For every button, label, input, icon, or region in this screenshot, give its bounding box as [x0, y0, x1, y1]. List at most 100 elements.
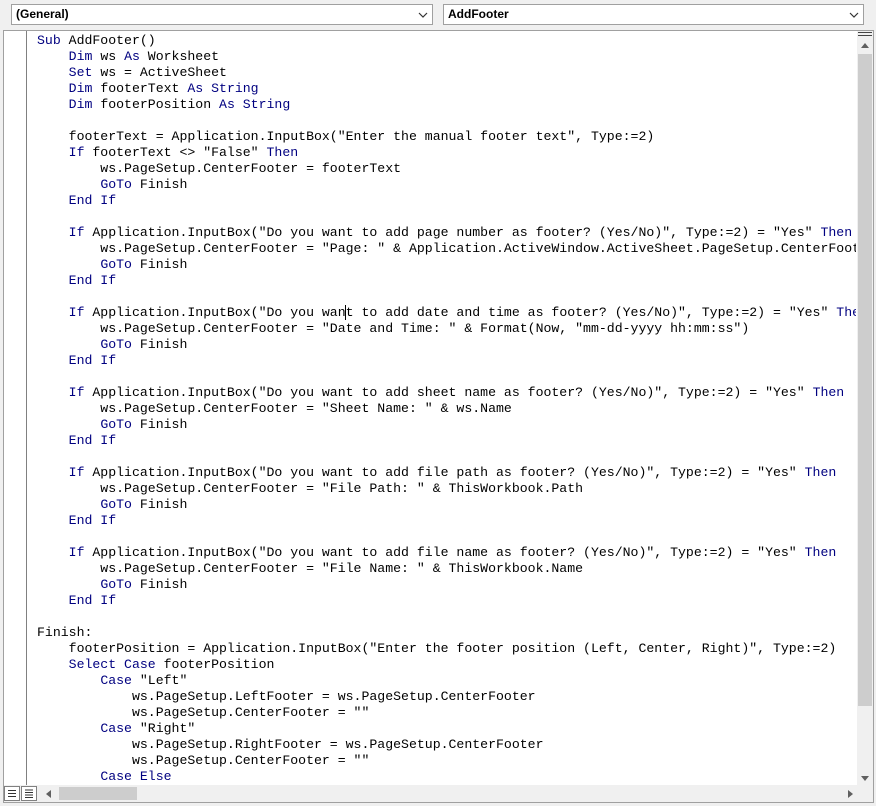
- code-keyword: End If: [68, 593, 117, 608]
- code-text: Application.InputBox("Do you want to add…: [84, 545, 805, 560]
- procedure-view-icon[interactable]: [4, 786, 20, 801]
- code-line[interactable]: ws.PageSetup.CenterFooter = "File Path: …: [37, 481, 856, 497]
- code-keyword: End If: [68, 353, 117, 368]
- code-keyword: Dim: [68, 81, 93, 96]
- chevron-down-icon[interactable]: [845, 5, 863, 24]
- code-line[interactable]: If Application.InputBox("Do you want to …: [37, 545, 856, 561]
- code-line[interactable]: End If: [37, 353, 856, 369]
- vertical-scroll-thumb[interactable]: [858, 54, 872, 706]
- code-keyword: Dim: [68, 97, 93, 112]
- code-keyword: End If: [68, 513, 117, 528]
- code-text: footerText: [92, 81, 188, 96]
- scroll-up-icon[interactable]: [857, 38, 873, 52]
- code-keyword: Case: [100, 721, 132, 736]
- code-line[interactable]: Finish:: [37, 625, 856, 641]
- code-line[interactable]: GoTo Finish: [37, 497, 856, 513]
- code-line[interactable]: [37, 289, 856, 305]
- margin-indicator-bar[interactable]: [4, 31, 27, 786]
- scroll-down-icon[interactable]: [857, 771, 873, 785]
- code-keyword: If: [68, 465, 85, 480]
- code-line[interactable]: End If: [37, 593, 856, 609]
- horizontal-scrollbar[interactable]: [4, 785, 873, 802]
- code-line[interactable]: GoTo Finish: [37, 337, 856, 353]
- code-line[interactable]: Sub AddFooter(): [37, 33, 856, 49]
- code-line[interactable]: End If: [37, 433, 856, 449]
- code-text: ws.PageSetup.RightFooter = ws.PageSetup.…: [37, 737, 544, 752]
- horizontal-scroll-thumb[interactable]: [59, 787, 137, 800]
- code-line[interactable]: End If: [37, 273, 856, 289]
- code-line[interactable]: ws.PageSetup.CenterFooter = footerText: [37, 161, 856, 177]
- code-text: Finish: [131, 577, 188, 592]
- code-text: "Right": [131, 721, 196, 736]
- code-line[interactable]: [37, 449, 856, 465]
- scroll-left-icon[interactable]: [40, 786, 56, 801]
- code-line[interactable]: Case "Left": [37, 673, 856, 689]
- code-line[interactable]: footerText = Application.InputBox("Enter…: [37, 129, 856, 145]
- code-keyword: Sub: [37, 33, 69, 48]
- code-line[interactable]: [37, 113, 856, 129]
- code-line[interactable]: ws.PageSetup.CenterFooter = "Sheet Name:…: [37, 401, 856, 417]
- code-text: footerText <> "False": [84, 145, 267, 160]
- code-keyword: GoTo: [100, 257, 132, 272]
- code-keyword: Case Else: [100, 769, 172, 784]
- vertical-scrollbar[interactable]: [857, 31, 873, 786]
- code-line[interactable]: GoTo Finish: [37, 577, 856, 593]
- object-combo[interactable]: (General): [11, 4, 433, 25]
- code-line[interactable]: GoTo Finish: [37, 177, 856, 193]
- code-line[interactable]: ws.PageSetup.CenterFooter = "": [37, 753, 856, 769]
- full-module-view-icon[interactable]: [21, 786, 37, 801]
- code-line[interactable]: ws.PageSetup.RightFooter = ws.PageSetup.…: [37, 737, 856, 753]
- code-keyword: Then: [836, 305, 856, 320]
- code-line[interactable]: Dim footerPosition As String: [37, 97, 856, 113]
- code-line[interactable]: Select Case footerPosition: [37, 657, 856, 673]
- code-line[interactable]: Dim ws As Worksheet: [37, 49, 856, 65]
- code-line[interactable]: ws.PageSetup.CenterFooter = "Page: " & A…: [37, 241, 856, 257]
- code-line[interactable]: If Application.InputBox("Do you want to …: [37, 225, 856, 241]
- code-text: ws: [92, 49, 125, 64]
- code-line[interactable]: ws.PageSetup.CenterFooter = "": [37, 705, 856, 721]
- code-line[interactable]: ws.PageSetup.CenterFooter = "Date and Ti…: [37, 321, 856, 337]
- code-line[interactable]: Case Else: [37, 769, 856, 785]
- code-text: Finish: [131, 177, 188, 192]
- code-line[interactable]: ws.PageSetup.LeftFooter = ws.PageSetup.C…: [37, 689, 856, 705]
- procedure-combo[interactable]: AddFooter: [443, 4, 864, 25]
- code-line[interactable]: Set ws = ActiveSheet: [37, 65, 856, 81]
- code-line[interactable]: If Application.InputBox("Do you want to …: [37, 305, 856, 321]
- code-keyword: As String: [187, 81, 259, 96]
- chevron-down-icon[interactable]: [414, 5, 432, 24]
- code-line[interactable]: footerPosition = Application.InputBox("E…: [37, 641, 856, 657]
- code-line[interactable]: GoTo Finish: [37, 257, 856, 273]
- code-text: AddFooter(): [68, 33, 156, 48]
- code-editor[interactable]: Sub AddFooter() Dim ws As Worksheet Set …: [37, 33, 856, 785]
- code-line[interactable]: If Application.InputBox("Do you want to …: [37, 385, 856, 401]
- code-window: Sub AddFooter() Dim ws As Worksheet Set …: [3, 30, 874, 803]
- scroll-right-icon[interactable]: [842, 786, 858, 801]
- code-line[interactable]: [37, 369, 856, 385]
- code-line[interactable]: End If: [37, 193, 856, 209]
- code-line[interactable]: If Application.InputBox("Do you want to …: [37, 465, 856, 481]
- code-line[interactable]: End If: [37, 513, 856, 529]
- code-line[interactable]: GoTo Finish: [37, 417, 856, 433]
- code-text: ws.PageSetup.CenterFooter = "File Path: …: [37, 481, 584, 496]
- code-text: ws.PageSetup.CenterFooter = "Date and Ti…: [37, 321, 750, 336]
- code-line[interactable]: [37, 609, 856, 625]
- code-line[interactable]: [37, 209, 856, 225]
- code-line[interactable]: If footerText <> "False" Then: [37, 145, 856, 161]
- code-text: Application.InputBox("Do you want to add…: [84, 225, 821, 240]
- code-line[interactable]: Case "Right": [37, 721, 856, 737]
- code-line[interactable]: Dim footerText As String: [37, 81, 856, 97]
- split-bar-icon[interactable]: [858, 32, 872, 36]
- code-line[interactable]: ws.PageSetup.CenterFooter = "File Name: …: [37, 561, 856, 577]
- code-line[interactable]: [37, 529, 856, 545]
- code-keyword: Then: [820, 225, 853, 240]
- code-text: Application.InputBox("Do you wan: [84, 305, 346, 320]
